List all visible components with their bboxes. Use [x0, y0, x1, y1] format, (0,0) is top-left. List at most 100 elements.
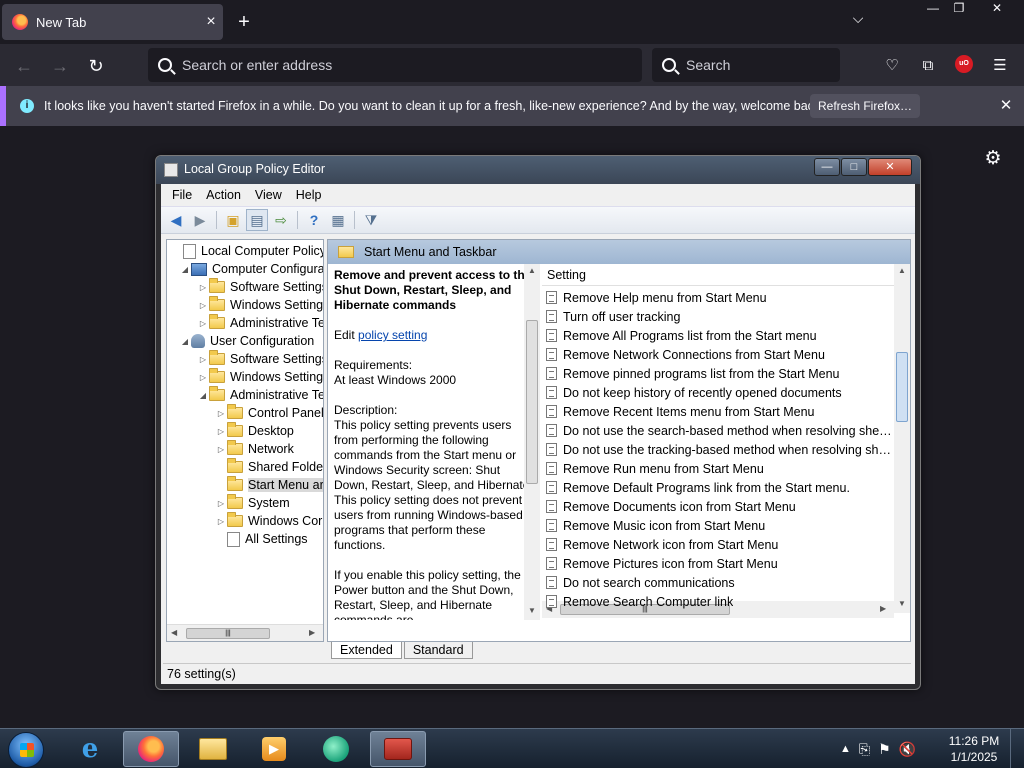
action-center-flag-icon[interactable]: ⚑: [878, 741, 891, 758]
tab-extended[interactable]: Extended: [331, 642, 402, 659]
scroll-down-icon[interactable]: ▼: [898, 599, 906, 608]
setting-row[interactable]: Turn off user tracking: [546, 307, 892, 326]
setting-row[interactable]: Remove Recent Items menu from Start Menu: [546, 402, 892, 421]
start-button[interactable]: [8, 732, 44, 768]
setting-row[interactable]: Remove Network Connections from Start Me…: [546, 345, 892, 364]
file-explorer-icon[interactable]: [185, 731, 241, 767]
new-tab-button[interactable]: +: [232, 8, 256, 36]
tree-item[interactable]: All Settings: [215, 530, 308, 548]
tree-item[interactable]: ▷ Windows Cor: [215, 512, 322, 530]
tree-item[interactable]: ▷ Software Settings: [197, 278, 323, 296]
close-window-button[interactable]: ✕: [982, 0, 1012, 18]
expand-arrow-icon[interactable]: ▷: [215, 445, 227, 454]
tab-close-icon[interactable]: ×: [199, 13, 223, 31]
notification-close-icon[interactable]: ✕: [996, 94, 1016, 118]
menu-file[interactable]: File: [165, 188, 199, 202]
setting-row[interactable]: Remove Documents icon from Start Menu: [546, 497, 892, 516]
list-all-tabs-chevron-icon[interactable]: ⌵: [846, 10, 870, 34]
description-scroll-thumb[interactable]: [526, 320, 538, 484]
help-icon[interactable]: ?: [303, 209, 325, 231]
tree-item[interactable]: ▷ Control Panel: [215, 404, 323, 422]
description-scrollbar[interactable]: ▲ ▼: [524, 264, 540, 620]
tree-item[interactable]: Local Computer Policy: [171, 242, 323, 260]
scroll-up-icon[interactable]: ▲: [528, 266, 536, 275]
tree-horizontal-scrollbar[interactable]: ◀ ||| ▶: [167, 624, 323, 641]
expand-arrow-icon[interactable]: ◢: [179, 265, 191, 274]
tree-item[interactable]: ▷ Administrative Te: [197, 314, 323, 332]
pocket-icon[interactable]: ♡: [878, 52, 906, 80]
edit-policy-setting-link[interactable]: policy setting: [358, 328, 427, 342]
export-list-icon[interactable]: ⇨: [270, 209, 292, 231]
tree-item[interactable]: ◢ User Configuration: [179, 332, 314, 350]
setting-row[interactable]: Remove Run menu from Start Menu: [546, 459, 892, 478]
tab-new-tab[interactable]: New Tab ×: [2, 4, 223, 40]
tree-item[interactable]: Shared Folder: [215, 458, 323, 476]
tree-hscroll-thumb[interactable]: |||: [186, 628, 270, 639]
expand-arrow-icon[interactable]: ▷: [197, 355, 209, 364]
setting-row[interactable]: Remove All Programs list from the Start …: [546, 326, 892, 345]
media-player-icon[interactable]: ▶: [246, 731, 302, 767]
expand-arrow-icon[interactable]: ▷: [215, 499, 227, 508]
show-hidden-icons-icon[interactable]: ▲: [840, 743, 851, 755]
tree-item[interactable]: ▷ System: [215, 494, 290, 512]
setting-row[interactable]: Remove Network icon from Start Menu: [546, 535, 892, 554]
properties-icon[interactable]: ▦: [327, 209, 349, 231]
taskbar-clock[interactable]: 11:26 PM 1/1/2025: [944, 733, 1004, 765]
gpe-minimize-button[interactable]: —: [814, 158, 840, 176]
setting-row[interactable]: Remove Help menu from Start Menu: [546, 288, 892, 307]
show-desktop-button[interactable]: [1010, 729, 1024, 768]
column-header-setting[interactable]: Setting: [542, 264, 894, 286]
tree-item[interactable]: Start Menu ar: [215, 476, 323, 494]
expand-arrow-icon[interactable]: ▷: [197, 301, 209, 310]
scroll-left-icon[interactable]: ◀: [171, 628, 177, 637]
setting-row[interactable]: Remove Pictures icon from Start Menu: [546, 554, 892, 573]
menu-action[interactable]: Action: [199, 188, 248, 202]
menu-help[interactable]: Help: [289, 188, 329, 202]
back-arrow-icon[interactable]: ◀: [165, 209, 187, 231]
settings-vertical-scrollbar[interactable]: ▲ ▼: [894, 264, 910, 613]
hamburger-menu-icon[interactable]: ☰: [986, 52, 1014, 80]
expand-arrow-icon[interactable]: ◢: [179, 337, 191, 346]
network-icon[interactable]: ⎘: [859, 741, 870, 758]
show-hide-tree-icon[interactable]: ▤: [246, 209, 268, 231]
setting-row[interactable]: Do not keep history of recently opened d…: [546, 383, 892, 402]
tree-item[interactable]: ◢ Computer Configura: [179, 260, 323, 278]
scroll-down-icon[interactable]: ▼: [528, 606, 536, 615]
expand-arrow-icon[interactable]: ◢: [197, 391, 209, 400]
setting-row[interactable]: Remove Search Computer link: [546, 592, 892, 611]
expand-arrow-icon[interactable]: ▷: [215, 517, 227, 526]
filter-icon[interactable]: ⧩: [360, 209, 382, 231]
firefox-taskbar-icon[interactable]: [123, 731, 179, 767]
setting-row[interactable]: Remove Default Programs link from the St…: [546, 478, 892, 497]
tree-item[interactable]: ▷ Windows Setting: [197, 296, 323, 314]
forward-arrow-icon[interactable]: →: [46, 52, 74, 80]
scroll-up-icon[interactable]: ▲: [898, 266, 906, 275]
setting-row[interactable]: Do not use the search-based method when …: [546, 421, 892, 440]
refresh-firefox-button[interactable]: Refresh Firefox…: [810, 94, 920, 118]
ublock-origin-icon[interactable]: uO: [955, 55, 973, 73]
tab-standard[interactable]: Standard: [403, 642, 473, 659]
expand-arrow-icon[interactable]: ▷: [197, 319, 209, 328]
restore-window-button[interactable]: ❐: [944, 0, 974, 18]
expand-arrow-icon[interactable]: ▷: [215, 427, 227, 436]
address-bar[interactable]: Search or enter address: [148, 48, 642, 82]
up-folder-icon[interactable]: ▣: [222, 209, 244, 231]
settings-gear-icon[interactable]: ⚙: [982, 148, 1004, 170]
setting-row[interactable]: Do not use the tracking-based method whe…: [546, 440, 892, 459]
expand-arrow-icon[interactable]: ▷: [215, 409, 227, 418]
extensions-puzzle-icon[interactable]: ⧉: [914, 52, 942, 80]
volume-muted-icon[interactable]: 🔇: [899, 741, 916, 758]
setting-row[interactable]: Do not search communications: [546, 573, 892, 592]
menu-view[interactable]: View: [248, 188, 289, 202]
gpe-close-button[interactable]: ✕: [868, 158, 912, 176]
tree-item[interactable]: ▷ Network: [215, 440, 294, 458]
setting-row[interactable]: Remove pinned programs list from the Sta…: [546, 364, 892, 383]
expand-arrow-icon[interactable]: ▷: [197, 283, 209, 292]
setting-row[interactable]: Remove Music icon from Start Menu: [546, 516, 892, 535]
tree-item[interactable]: ▷ Windows Setting: [197, 368, 323, 386]
settings-scroll-thumb[interactable]: [896, 352, 908, 422]
search-bar[interactable]: Search: [652, 48, 840, 82]
scroll-right-icon[interactable]: ▶: [309, 628, 315, 637]
back-arrow-icon[interactable]: ←: [10, 52, 38, 80]
group-policy-taskbar-icon[interactable]: [370, 731, 426, 767]
